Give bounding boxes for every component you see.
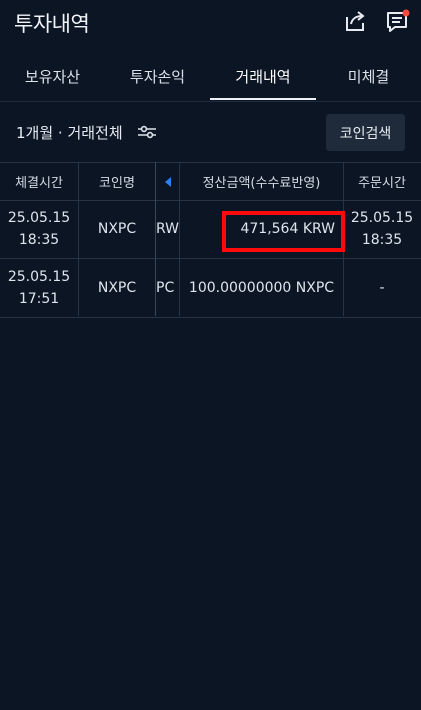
exec-date: 25.05.15: [7, 210, 71, 226]
order-time-cell: 25.05.15 18:35: [343, 200, 421, 258]
tab-unfilled[interactable]: 미체결: [316, 66, 421, 87]
exec-time-cell: 25.05.15 17:51: [0, 259, 78, 317]
settlement-cell: 100.00000000 NXPC: [188, 280, 335, 296]
exec-time: 18:35: [18, 232, 60, 248]
table-header: 체결시간 코인명 정산금액(수수료반영) 주문시간: [0, 162, 421, 201]
coin-name-cell: NXPC: [97, 280, 137, 296]
tab-holdings[interactable]: 보유자산: [0, 66, 105, 87]
table-row[interactable]: 25.05.15 18:35 NXPC RW 471,564 KRW 25.05…: [0, 200, 421, 259]
highlight-box: [222, 211, 345, 252]
exec-date: 25.05.15: [7, 269, 71, 285]
sliders-icon[interactable]: [138, 125, 156, 139]
notification-dot: [402, 9, 410, 17]
partial-cell: RW: [156, 221, 180, 237]
top-bar: 투자내역: [0, 0, 421, 44]
filter-label[interactable]: 1개월 · 거래전체: [16, 122, 123, 143]
page-title: 투자내역: [14, 12, 90, 36]
coin-name-cell: NXPC: [97, 221, 137, 237]
partial-cell: PC: [156, 280, 175, 296]
header-exec-time: 체결시간: [15, 176, 63, 191]
message-icon[interactable]: [385, 9, 411, 35]
active-tab-indicator: [210, 98, 316, 100]
header-settlement: 정산금액(수수료반영): [202, 176, 321, 191]
order-time: 18:35: [361, 232, 403, 248]
header-coin-name: 코인명: [99, 176, 135, 191]
filter-row: 1개월 · 거래전체 코인검색: [0, 102, 421, 162]
exec-time-cell: 25.05.15 18:35: [0, 200, 78, 258]
arrow-left-icon: [165, 176, 171, 187]
share-icon[interactable]: [343, 9, 367, 33]
exec-time: 17:51: [18, 291, 60, 307]
coin-search-button[interactable]: 코인검색: [326, 114, 405, 151]
tab-transaction-history[interactable]: 거래내역: [210, 66, 316, 87]
tab-bar: 보유자산 투자손익 거래내역 미체결: [0, 54, 421, 102]
scroll-left-button[interactable]: [156, 163, 180, 200]
tab-profit-loss[interactable]: 투자손익: [105, 66, 210, 87]
order-time-cell: -: [379, 280, 385, 296]
header-order-time: 주문시간: [358, 176, 406, 191]
table-row[interactable]: 25.05.15 17:51 NXPC PC 100.00000000 NXPC…: [0, 259, 421, 318]
order-date: 25.05.15: [350, 210, 414, 226]
